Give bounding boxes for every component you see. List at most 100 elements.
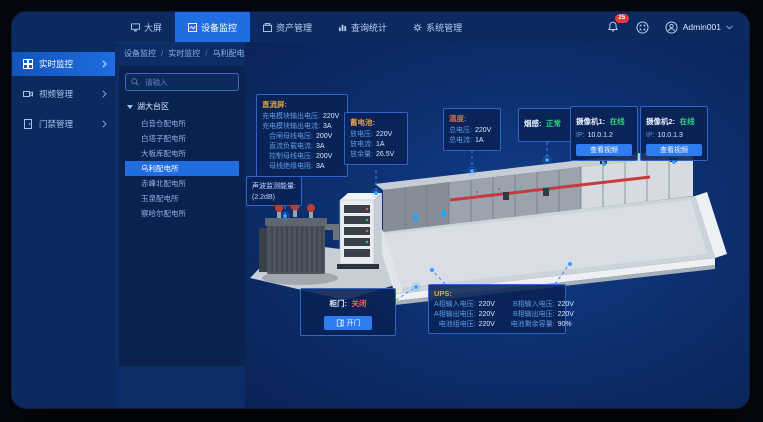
panel-cabinet-door: 柜门: 关闭 开门 (300, 288, 396, 336)
realtime-monitor-icon (23, 59, 33, 69)
tab-system-management[interactable]: 系统管理 (400, 12, 475, 42)
notifications-button[interactable]: 25 (605, 19, 621, 35)
breadcrumb-item[interactable]: 实时监控 (168, 48, 200, 59)
tab-device-monitoring[interactable]: 设备监控 (175, 12, 250, 42)
ups-right-column: B相输入电压:220V B相输出电压:220V 电池剩余容量:90% (511, 300, 580, 330)
metric-value: 1A (376, 140, 402, 150)
metric-label: A相输出电压: (434, 310, 476, 320)
ip-value: 10.0.1.2 (588, 131, 613, 141)
view-video-button[interactable]: 查看视频 (576, 144, 632, 156)
tree-item[interactable]: 察哈尔配电所 (125, 206, 239, 221)
metric-value: 220V (376, 130, 402, 140)
ups-left-column: A相输入电压:220V A相输出电压:220V 电池组电压:220V (434, 300, 501, 330)
open-door-button[interactable]: 开门 (324, 316, 372, 330)
metric-label: 充电模块输出电流: (262, 122, 320, 132)
door-open-icon (336, 319, 344, 327)
tab-dashboard[interactable]: 大屏 (118, 12, 175, 42)
breadcrumb-item[interactable]: 设备监控 (124, 48, 156, 59)
avatar-icon (665, 21, 678, 34)
metric-row: B相输入电压:220V (511, 300, 580, 310)
search-input[interactable] (143, 77, 233, 88)
metric-row: A相输入电压:220V (434, 300, 501, 310)
breadcrumb: 设备监控 / 实时监控 / 乌利配电所 (124, 48, 252, 59)
big-screen-icon (131, 23, 140, 32)
metric-label: B相输入电压: (511, 300, 555, 310)
tab-label: 查询统计 (351, 21, 387, 34)
view-video-button[interactable]: 查看视频 (646, 144, 702, 156)
bell-icon (607, 21, 619, 33)
metric-value: 90% (558, 320, 580, 330)
metric-label: 放电流: (350, 140, 373, 150)
metric-label: 充电模块输出电压: (262, 112, 320, 122)
metric-label: 控制母线电压: (262, 152, 313, 162)
metric-row: B相输出电压:220V (511, 310, 580, 320)
breadcrumb-separator: / (161, 49, 163, 58)
metric-value: 220V (558, 300, 580, 310)
tab-label: 大屏 (144, 21, 162, 34)
acoustic-value: (2.2dB) (252, 192, 296, 203)
caret-down-icon (127, 105, 133, 109)
panel-title: UPS: (434, 289, 560, 298)
panel-acoustic-monitoring: 声波监测能量: (2.2dB) (246, 176, 302, 206)
sidebar-item-access-control[interactable]: 门禁管理 (12, 112, 115, 136)
metric-row: 电池组电压:220V (434, 320, 501, 330)
sidebar-item-label: 实时监控 (39, 58, 96, 70)
caret-down-icon (726, 25, 733, 30)
chevron-right-icon (102, 90, 107, 98)
tree-item[interactable]: 玉泉配电所 (125, 191, 239, 206)
tree-item[interactable]: 白塔子配电所 (125, 131, 239, 146)
panel-title: 摄像机2: (646, 117, 675, 126)
metric-row: 控制母线电压:200V (262, 152, 342, 162)
chevron-right-icon (102, 60, 107, 68)
tree-item-selected[interactable]: 乌利配电所 (125, 161, 239, 176)
metric-row: 充电模块输出电流:3A (262, 122, 342, 132)
screenshot-stage: 大屏 设备监控 资产管理 查询统计 系统管理 25 (0, 0, 763, 422)
topbar-right-cluster: 25 Admin001 (605, 19, 733, 35)
sidebar-item-label: 门禁管理 (39, 118, 96, 130)
metric-value: 220V (475, 126, 495, 136)
sidebar-item-realtime-monitoring[interactable]: 实时监控 (12, 52, 115, 76)
metric-label: 合闸母线电压: (262, 132, 313, 142)
tree-item[interactable]: 白音仓配电所 (125, 116, 239, 131)
metric-row: A相输出电压:220V (434, 310, 501, 320)
metric-value: 3A (316, 162, 342, 172)
tab-label: 设备监控 (201, 21, 237, 34)
metric-row: 母线绝缘电阻:3A (262, 162, 342, 172)
metric-value: 3A (323, 122, 342, 132)
panel-ups: UPS: A相输入电压:220V A相输出电压:220V 电池组电压:220V … (428, 284, 566, 334)
metric-row: 直流负载电流:3A (262, 142, 342, 152)
metric-value: 220V (479, 310, 501, 320)
metric-row: 充电模块输出电压:220V (262, 112, 342, 122)
panel-smoke-sensor: 烟感: 正常 (518, 108, 576, 142)
tab-asset-management[interactable]: 资产管理 (250, 12, 325, 42)
door-status: 关闭 (351, 299, 366, 308)
tab-label: 资产管理 (276, 21, 312, 34)
fullscreen-button[interactable] (635, 19, 651, 35)
gear-icon (413, 23, 422, 32)
sidebar-item-label: 视频管理 (39, 88, 96, 100)
username: Admin001 (683, 22, 721, 32)
metric-row: 总电流:1A (449, 136, 495, 146)
tree-item[interactable]: 大板库配电所 (125, 146, 239, 161)
nav-tabs: 大屏 设备监控 资产管理 查询统计 系统管理 (118, 12, 475, 42)
ups-columns: A相输入电压:220V A相输出电压:220V 电池组电压:220V B相输入电… (434, 300, 560, 330)
tree-root-node[interactable]: 湖大台区 (127, 101, 239, 112)
sidebar: 实时监控 视频管理 门禁管理 (12, 42, 115, 408)
camera-status: 在线 (680, 117, 695, 126)
ip-label: IP: (576, 131, 585, 141)
station-tree-panel: 湖大台区 白音仓配电所 白塔子配电所 大板库配电所 乌利配电所 赤峰北配电所 玉… (119, 66, 245, 366)
metric-label: 电池组电压: (434, 320, 476, 330)
acoustic-label: 声波监测能量: (252, 181, 296, 192)
main-3d-viewport: 直流屏: 充电模块输出电压:220V 充电模块输出电流:3A 合闸母线电压:20… (245, 42, 749, 408)
user-menu[interactable]: Admin001 (665, 21, 733, 34)
monitor-icon (188, 23, 197, 32)
tree-item[interactable]: 赤峰北配电所 (125, 176, 239, 191)
metric-row: 放电流:1A (350, 140, 402, 150)
panel-dc-screen: 直流屏: 充电模块输出电压:220V 充电模块输出电流:3A 合闸母线电压:20… (256, 94, 348, 177)
breadcrumb-separator: / (205, 49, 207, 58)
metric-value: 1A (475, 136, 495, 146)
panel-title: 温度: (449, 113, 495, 124)
sidebar-item-video-management[interactable]: 视频管理 (12, 82, 115, 106)
tab-query-statistics[interactable]: 查询统计 (325, 12, 400, 42)
metric-label: A相输入电压: (434, 300, 476, 310)
